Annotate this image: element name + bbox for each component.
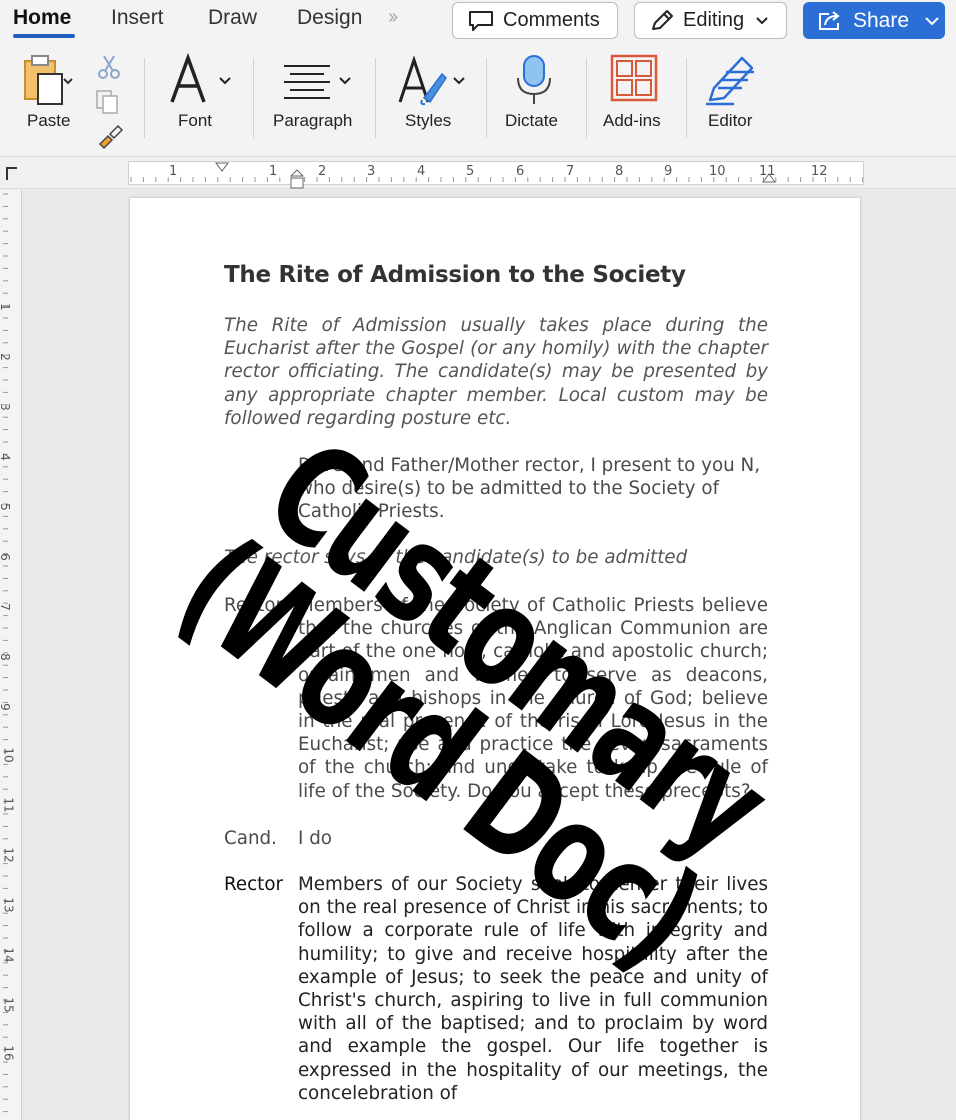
ruler-number: 16 xyxy=(1,1045,16,1061)
ribbon-separator xyxy=(686,58,687,138)
ribbon-separator xyxy=(253,58,254,138)
editor-button[interactable]: Editor xyxy=(696,44,768,144)
share-icon xyxy=(819,10,840,30)
addins-button[interactable]: Add-ins xyxy=(595,44,677,144)
microphone-icon xyxy=(517,55,551,104)
format-painter-icon[interactable] xyxy=(96,122,124,150)
ruler-number: 10 xyxy=(709,164,726,179)
home-ribbon: Paste Font Paragraph Styles Dictate Add-… xyxy=(0,44,956,156)
dictate-button[interactable]: Dictate xyxy=(494,44,576,144)
ruler-number: 7 xyxy=(0,603,12,611)
ruler-number: 2 xyxy=(318,164,327,179)
paste-icon[interactable] xyxy=(22,54,74,110)
ruler-number: 6 xyxy=(0,553,12,561)
ruler-number: 3 xyxy=(367,164,376,179)
comment-icon xyxy=(469,10,493,31)
horizontal-ruler[interactable]: 1 1 2 3 4 5 6 7 8 9 10 11 12 xyxy=(128,161,864,189)
document-page[interactable]: The Rite of Admission to the Society The… xyxy=(130,198,860,1120)
editing-mode-button[interactable]: Editing xyxy=(634,2,787,39)
ribbon-separator xyxy=(375,58,376,138)
tab-draw[interactable]: Draw xyxy=(208,6,257,30)
ruler-number: 5 xyxy=(0,503,12,511)
vertical-ruler[interactable]: 1 2 3 4 5 6 7 8 9 10 11 12 13 14 15 16 xyxy=(0,190,22,1120)
clipboard-group: Paste xyxy=(10,44,140,150)
font-icon xyxy=(170,52,231,103)
comments-button[interactable]: Comments xyxy=(452,2,618,39)
ruler-number: 9 xyxy=(0,703,12,711)
ruler-number: 14 xyxy=(1,947,16,963)
ruler-number: 10 xyxy=(1,747,16,763)
chevron-down-icon xyxy=(925,16,939,25)
ruler-number: 12 xyxy=(811,164,828,179)
speaker-label: Cand. xyxy=(224,828,277,849)
ribbon-separator xyxy=(144,58,145,138)
rector-question: Members of the Society of Catholic Pries… xyxy=(298,595,768,802)
share-label: Share xyxy=(853,8,910,32)
ruler-number: 6 xyxy=(516,164,525,179)
rector-statement: Members of our Society seek to center th… xyxy=(298,874,768,1104)
editor-label: Editor xyxy=(708,111,753,130)
editor-pen-icon xyxy=(706,56,754,106)
paragraph-group[interactable]: Paragraph xyxy=(262,44,366,144)
first-line-indent-marker[interactable] xyxy=(215,162,229,172)
right-indent-marker[interactable] xyxy=(761,172,777,184)
ruler-number: 7 xyxy=(566,164,575,179)
ruler-number: 3 xyxy=(0,403,12,411)
paste-label: Paste xyxy=(27,111,71,130)
document-canvas[interactable]: The Rite of Admission to the Society The… xyxy=(22,190,956,1120)
document-title: The Rite of Admission to the Society xyxy=(224,262,686,288)
ruler-number: 9 xyxy=(664,164,673,179)
hanging-indent-marker[interactable] xyxy=(289,168,305,190)
more-tabs-icon[interactable]: ›› xyxy=(388,6,398,29)
ribbon-tab-bar: Home Insert Draw Design ›› Comments Edit… xyxy=(0,0,956,44)
ruler-number: 11 xyxy=(1,797,16,813)
ruler-number: 1 xyxy=(169,164,178,179)
share-button[interactable]: Share xyxy=(803,2,945,39)
horizontal-ruler-bar: 1 1 2 3 4 5 6 7 8 9 10 11 12 xyxy=(0,156,956,189)
presentation-text: Reverend Father/Mother rector, I present… xyxy=(298,455,761,523)
tab-insert[interactable]: Insert xyxy=(111,6,164,30)
ruler-number: 1 xyxy=(269,164,278,179)
intro-rubric: The Rite of Admission usually takes plac… xyxy=(224,315,768,429)
ruler-number: 5 xyxy=(466,164,475,179)
comments-label: Comments xyxy=(503,9,600,31)
tab-selector-icon[interactable] xyxy=(3,164,21,182)
ruler-number: 8 xyxy=(0,653,12,661)
candidate-answer: I do xyxy=(298,828,332,849)
speaker-label: Rector xyxy=(224,595,284,616)
font-label: Font xyxy=(178,111,213,130)
ruler-number: 8 xyxy=(615,164,624,179)
ruler-number: 13 xyxy=(1,897,16,913)
ruler-number: 15 xyxy=(1,997,16,1013)
pencil-icon xyxy=(652,9,673,30)
ruler-number: 4 xyxy=(0,453,12,461)
rubric-text: The rector says to the candidate(s) to b… xyxy=(224,547,688,568)
scissors-icon[interactable] xyxy=(96,54,122,80)
ruler-number: 12 xyxy=(1,847,16,863)
styles-group[interactable]: Styles xyxy=(384,44,478,144)
ruler-ticks xyxy=(130,177,863,182)
styles-label: Styles xyxy=(405,111,452,130)
dictate-label: Dictate xyxy=(505,111,558,130)
tab-home[interactable]: Home xyxy=(13,6,71,30)
ruler-number: 4 xyxy=(417,164,426,179)
font-group[interactable]: Font xyxy=(152,44,248,144)
active-tab-indicator xyxy=(13,34,75,38)
addins-label: Add-ins xyxy=(603,111,661,130)
paragraph-label: Paragraph xyxy=(273,111,353,130)
copy-icon[interactable] xyxy=(94,88,122,116)
ribbon-separator xyxy=(586,58,587,138)
tab-design[interactable]: Design xyxy=(297,6,362,30)
styles-icon xyxy=(398,55,465,106)
editing-label: Editing xyxy=(683,9,745,31)
chevron-down-icon xyxy=(756,16,768,24)
paragraph-icon xyxy=(284,65,351,99)
ribbon-separator xyxy=(486,58,487,138)
speaker-label: Rector xyxy=(224,874,284,895)
addins-grid-icon xyxy=(610,54,658,102)
ruler-number: 2 xyxy=(0,353,12,361)
ruler-number: 1 xyxy=(0,303,12,311)
